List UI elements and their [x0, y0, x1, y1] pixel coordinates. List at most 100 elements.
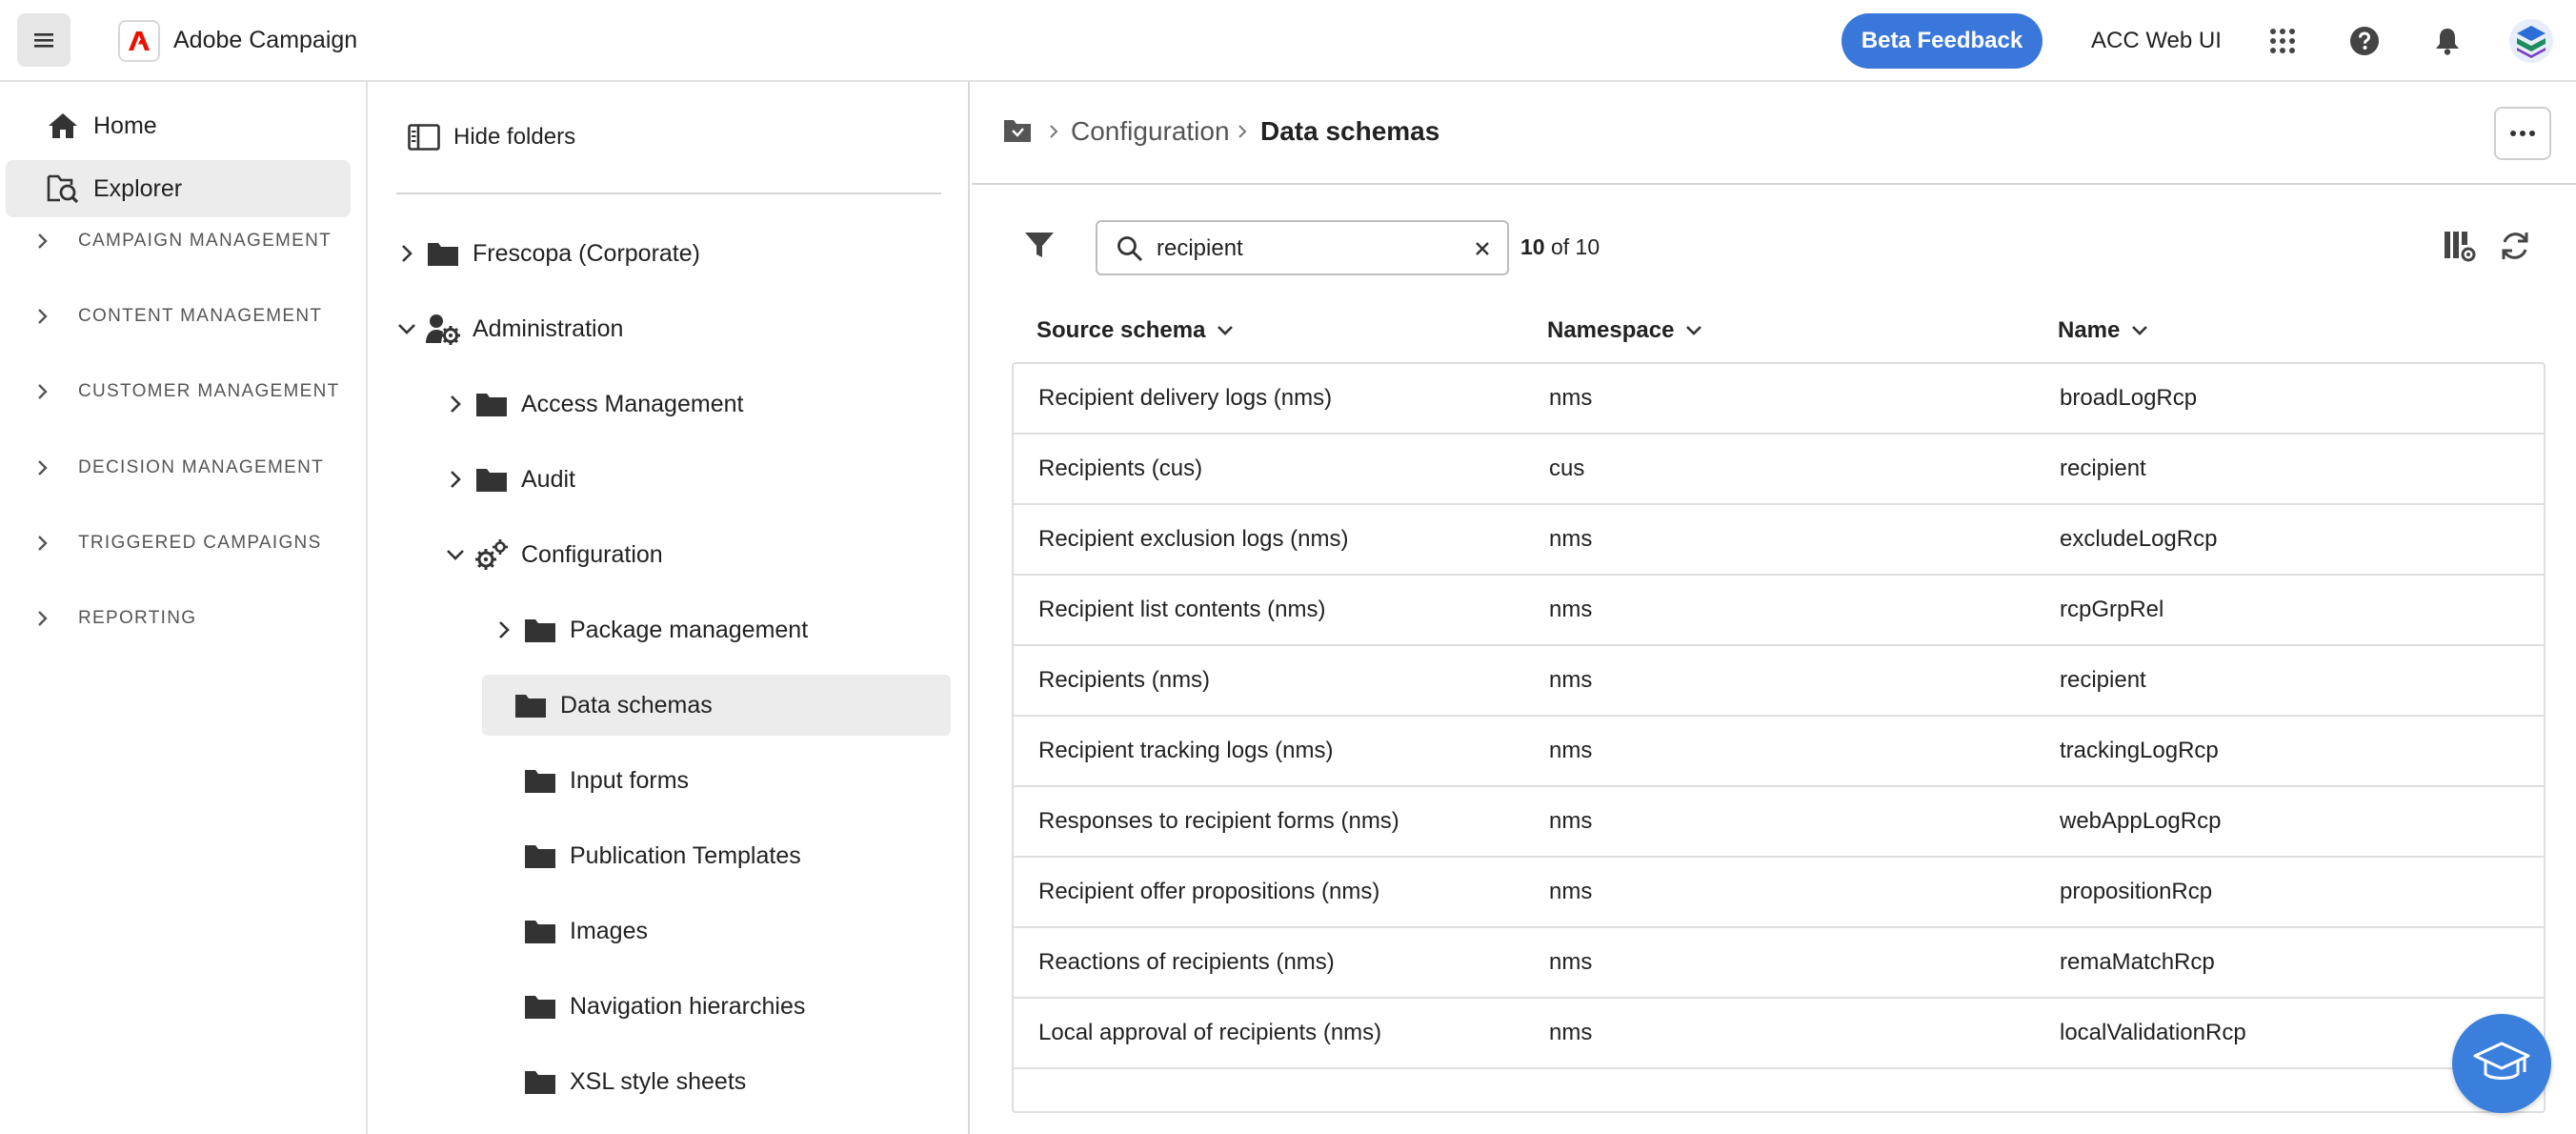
chevron-down-icon: [2131, 320, 2152, 341]
table-row[interactable]: Recipient list contents (nms) nms rcpGrpRe…: [1014, 576, 2544, 646]
column-settings-icon[interactable]: [2443, 229, 2477, 263]
search-icon: [1117, 236, 1143, 262]
chevron-right-icon[interactable]: [492, 618, 516, 642]
nav-home[interactable]: Home: [6, 97, 351, 154]
result-count: 10 of 10: [1520, 234, 1600, 260]
nav-section-decision-management[interactable]: DECISION MANAGEMENT: [32, 449, 324, 487]
folder-tree-label: Navigation hierarchies: [570, 992, 806, 1020]
nav-section-campaign-management[interactable]: CAMPAIGN MANAGEMENT: [32, 222, 332, 260]
folder-tree-item[interactable]: Images: [492, 901, 648, 962]
folder-tree-item[interactable]: Input forms: [492, 750, 689, 811]
notifications-bell-icon[interactable]: [2427, 21, 2467, 61]
more-actions-button[interactable]: [2494, 107, 2551, 160]
table-row[interactable]: Recipients (cus) cus recipient: [1014, 435, 2544, 505]
search-field[interactable]: [1096, 220, 1509, 275]
table-row[interactable]: Responses to recipient forms (nms) nms web…: [1014, 787, 2544, 858]
chevron-right-icon[interactable]: [443, 392, 468, 416]
table-row[interactable]: Local approval of recipients (nms) nms loc…: [1014, 999, 2544, 1069]
folder-tree-item[interactable]: Access Management: [443, 374, 743, 435]
column-header-namespace[interactable]: Namespace: [1547, 307, 1706, 354]
chevron-down-icon[interactable]: [443, 542, 468, 567]
clear-search-icon[interactable]: [1471, 237, 1494, 260]
admin-gear-icon: [425, 313, 461, 345]
refresh-icon[interactable]: [2498, 229, 2532, 263]
folder-tree-item[interactable]: Configuration: [443, 524, 663, 585]
adobe-logo[interactable]: [118, 20, 160, 62]
column-header-name[interactable]: Name: [2058, 307, 2152, 354]
nav-section-triggered-campaigns[interactable]: TRIGGERED CAMPAIGNS: [32, 524, 322, 562]
beta-feedback-button[interactable]: Beta Feedback: [1841, 13, 2043, 69]
source-schema-cell: Responses to recipient forms (nms): [1038, 808, 1399, 834]
column-header-source-schema[interactable]: Source schema: [1036, 307, 1238, 354]
app-title: Adobe Campaign: [173, 27, 358, 53]
gears-icon: [473, 538, 510, 571]
nav-section-customer-management[interactable]: CUSTOMER MANAGEMENT: [32, 373, 340, 411]
folder-tree-item[interactable]: Data schemas: [482, 675, 951, 736]
table-row[interactable]: Reactions of recipients (nms) nms remaMatc…: [1014, 928, 2544, 999]
source-schema-cell: Recipients (cus): [1038, 456, 1203, 481]
table-row[interactable]: Recipients (nms) nms recipient: [1014, 646, 2544, 717]
user-avatar-icon: [2517, 26, 2546, 58]
source-schema-cell: Recipient exclusion logs (nms): [1038, 526, 1349, 552]
column-header-label: Namespace: [1547, 317, 1675, 343]
folder-tree-item[interactable]: Publication Templates: [492, 825, 801, 886]
hamburger-icon: [34, 33, 53, 48]
folder-tree-label: Frescopa (Corporate): [473, 239, 700, 267]
chevron-down-icon[interactable]: [394, 316, 419, 341]
apps-grid-icon[interactable]: [2263, 21, 2303, 61]
table-row[interactable]: Recipient tracking logs (nms) nms tracking…: [1014, 717, 2544, 787]
namespace-cell: nms: [1549, 738, 1593, 763]
folder-icon: [522, 764, 558, 797]
folder-tree-item[interactable]: XSL style sheets: [492, 1051, 746, 1112]
table-row[interactable]: Recipient offer propositions (nms) nms pro…: [1014, 858, 2544, 928]
column-header-label: Name: [2058, 317, 2121, 343]
chevron-right-icon[interactable]: [394, 241, 419, 266]
folder-icon: [522, 915, 558, 947]
user-avatar[interactable]: [2509, 19, 2553, 63]
folder-tree-item[interactable]: Audit: [443, 449, 575, 510]
folder-icon: [522, 1065, 558, 1098]
nav-explorer[interactable]: Explorer: [6, 160, 351, 217]
namespace-cell: nms: [1549, 879, 1593, 904]
result-count-total: of 10: [1550, 234, 1600, 259]
source-schema-cell: Recipient offer propositions (nms): [1038, 879, 1380, 904]
folder-tree-label: Package management: [570, 616, 809, 643]
folder-browse-icon[interactable]: [1002, 116, 1035, 145]
name-cell: recipient: [2060, 456, 2146, 481]
menu-toggle-button[interactable]: [17, 13, 70, 67]
help-icon[interactable]: [2345, 21, 2385, 61]
chevron-right-icon: [32, 231, 53, 252]
folder-icon: [522, 614, 558, 646]
filter-icon[interactable]: [1023, 229, 1056, 261]
folder-tree-item[interactable]: Frescopa (Corporate): [394, 223, 700, 284]
adobe-logo-icon: [129, 31, 150, 51]
acc-web-ui-link[interactable]: ACC Web UI: [2091, 28, 2222, 54]
folder-tree-item[interactable]: Navigation hierarchies: [492, 976, 805, 1037]
explorer-icon: [46, 172, 80, 206]
learning-help-button[interactable]: [2452, 1014, 2551, 1113]
breadcrumb-configuration-link[interactable]: Configuration: [1071, 116, 1230, 147]
chevron-right-icon[interactable]: [443, 467, 468, 492]
folder-tree-item[interactable]: Package management: [492, 599, 808, 660]
folder-tree-label: Publication Templates: [570, 841, 801, 869]
namespace-cell: nms: [1549, 526, 1593, 552]
table-row[interactable]: Recipient exclusion logs (nms) nms exclude…: [1014, 505, 2544, 576]
chevron-right-icon: [32, 608, 53, 629]
folder-icon: [522, 990, 558, 1023]
name-cell: webAppLogRcp: [2060, 808, 2222, 834]
nav-section-content-management[interactable]: CONTENT MANAGEMENT: [32, 297, 322, 335]
table-row[interactable]: Recipient delivery logs (nms) nms broadLog…: [1014, 364, 2544, 435]
name-cell: excludeLogRcp: [2060, 526, 2218, 552]
folder-tree-item[interactable]: Administration: [394, 298, 623, 359]
folder-tree-label: Audit: [521, 465, 575, 493]
namespace-cell: cus: [1549, 456, 1585, 481]
nav-section-reporting[interactable]: REPORTING: [32, 599, 196, 638]
source-schema-cell: Recipient list contents (nms): [1038, 597, 1326, 622]
source-schema-cell: Recipient delivery logs (nms): [1038, 385, 1333, 411]
search-input[interactable]: [1157, 232, 1461, 266]
name-cell: propositionRcp: [2060, 879, 2213, 904]
hide-folders-button[interactable]: Hide folders: [408, 120, 575, 154]
